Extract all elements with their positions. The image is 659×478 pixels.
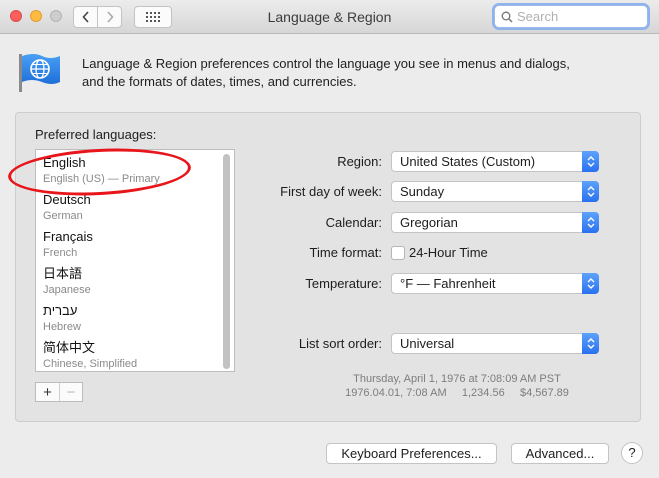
temperature-label: Temperature: — [305, 276, 382, 291]
first-day-label: First day of week: — [280, 184, 382, 199]
description-line: and the formats of dates, times, and cur… — [82, 74, 357, 89]
add-remove-control: + − — [35, 382, 83, 402]
window-title: Language & Region — [267, 9, 392, 25]
updown-arrows-icon — [582, 181, 599, 202]
calendar-value: Gregorian — [400, 215, 458, 230]
language-subtitle: Hebrew — [43, 321, 81, 333]
language-item-german[interactable]: Deutsch German — [43, 192, 91, 223]
pane-description: Language & Region preferences control th… — [82, 55, 622, 91]
time-format-label: Time format: — [309, 245, 382, 260]
sample-date-line: Thursday, April 1, 1976 at 7:08:09 AM PS… — [353, 373, 561, 385]
language-subtitle: Chinese, Simplified — [43, 358, 138, 370]
flag-globe-icon — [19, 54, 60, 92]
chevron-left-icon — [81, 11, 89, 23]
help-button[interactable]: ? — [621, 442, 643, 464]
24-hour-label[interactable]: 24-Hour Time — [409, 245, 488, 260]
updown-arrows-icon — [582, 151, 599, 172]
language-item-chinese-simplified[interactable]: 简体中文 Chinese, Simplified — [43, 340, 137, 371]
24-hour-checkbox[interactable] — [391, 245, 405, 260]
search-field[interactable] — [494, 5, 648, 28]
description-line: Language & Region preferences control th… — [82, 56, 570, 71]
sort-order-popup[interactable]: Universal — [391, 333, 599, 354]
language-item-french[interactable]: Français French — [43, 229, 93, 260]
calendar-popup[interactable]: Gregorian — [391, 212, 599, 233]
language-list-scrollbar[interactable] — [223, 154, 230, 369]
temperature-value: °F — Fahrenheit — [400, 276, 496, 291]
chevron-right-icon — [106, 11, 114, 23]
updown-arrows-icon — [582, 273, 599, 294]
temperature-popup[interactable]: °F — Fahrenheit — [391, 273, 599, 294]
sample-format-line: 1976.04.01, 7:08 AM 1,234.56 $4,567.89 — [345, 387, 569, 399]
language-name: עברית — [43, 303, 78, 318]
language-item-hebrew[interactable]: עברית Hebrew — [43, 303, 81, 334]
preferred-languages-label: Preferred languages: — [35, 127, 157, 142]
language-name: 日本語 — [43, 266, 83, 281]
advanced-button[interactable]: Advanced... — [511, 443, 609, 464]
updown-arrows-icon — [582, 333, 599, 354]
language-item-japanese[interactable]: 日本語 Japanese — [43, 266, 91, 297]
calendar-label: Calendar: — [325, 215, 382, 230]
close-window-button[interactable] — [10, 10, 22, 22]
time-format-control: 24-Hour Time — [391, 245, 488, 260]
back-button[interactable] — [73, 6, 98, 28]
zoom-window-button[interactable] — [50, 10, 62, 22]
language-name: Français — [43, 229, 93, 244]
search-icon — [501, 11, 513, 23]
title-bar: Language & Region — [0, 0, 659, 34]
region-value: United States (Custom) — [400, 154, 536, 169]
remove-language-button[interactable]: − — [58, 383, 82, 401]
sort-order-value: Universal — [400, 336, 455, 351]
region-label: Region: — [337, 154, 382, 169]
sort-order-label: List sort order: — [298, 336, 382, 351]
language-subtitle: Japanese — [43, 284, 91, 296]
region-popup[interactable]: United States (Custom) — [391, 151, 599, 172]
keyboard-preferences-button[interactable]: Keyboard Preferences... — [326, 443, 497, 464]
language-subtitle: German — [43, 210, 83, 222]
forward-button[interactable] — [97, 6, 122, 28]
language-name: 简体中文 — [43, 340, 96, 355]
updown-arrows-icon — [582, 212, 599, 233]
language-subtitle: French — [43, 247, 78, 259]
first-day-popup[interactable]: Sunday — [391, 181, 599, 202]
show-all-button[interactable] — [134, 6, 172, 28]
add-language-button[interactable]: + — [36, 383, 59, 401]
search-input[interactable] — [517, 9, 637, 24]
grid-icon — [146, 12, 160, 22]
minimize-window-button[interactable] — [30, 10, 42, 22]
first-day-value: Sunday — [400, 184, 445, 199]
